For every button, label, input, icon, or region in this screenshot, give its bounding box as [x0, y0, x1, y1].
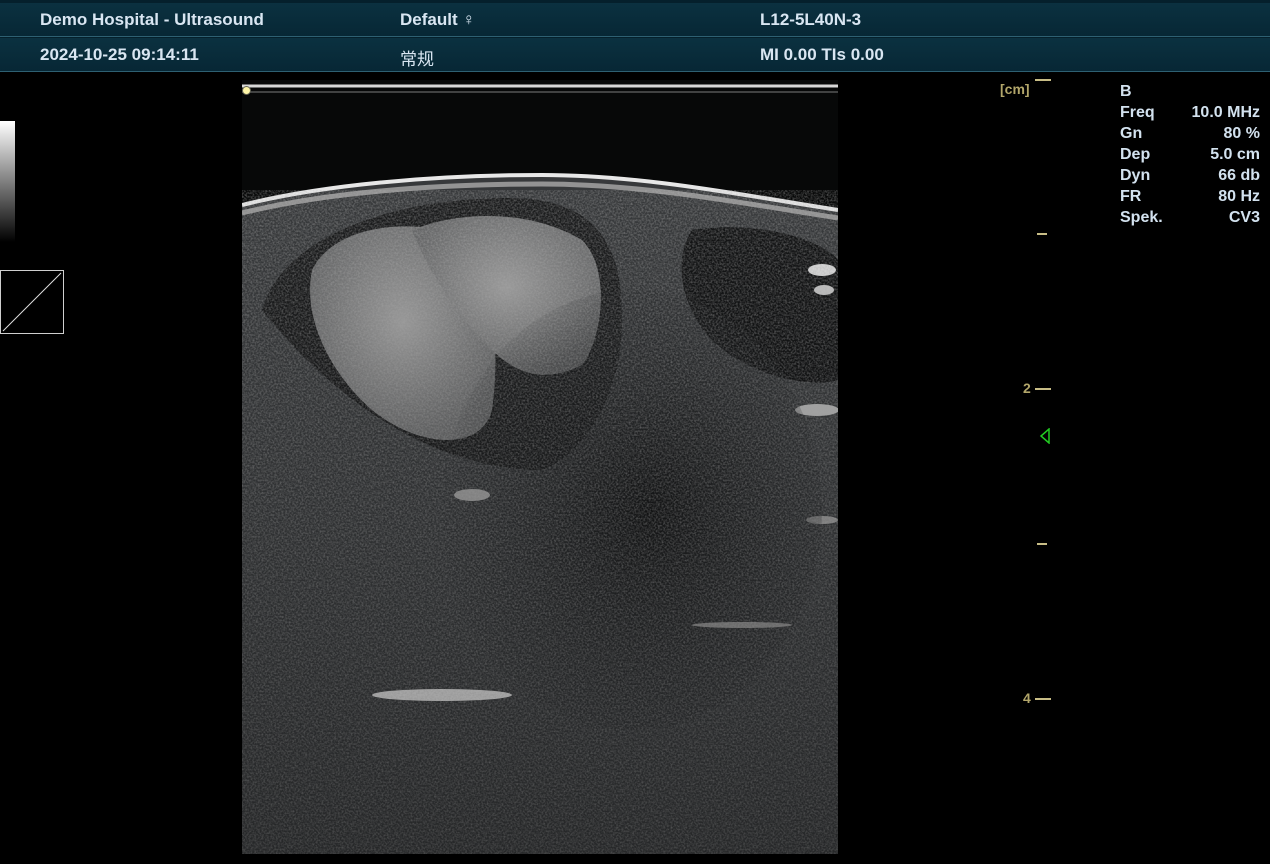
param-value: 80 %	[1223, 125, 1260, 142]
grayscale-bar	[0, 121, 15, 242]
param-label: Dyn	[1120, 167, 1151, 184]
depth-tick-0	[1035, 79, 1051, 81]
header-row-top: Demo Hospital - Ultrasound Default ♀ L12…	[0, 3, 1270, 37]
exam-type: 常规	[400, 50, 434, 70]
header-bar: Demo Hospital - Ultrasound Default ♀ L12…	[0, 0, 1270, 72]
depth-tick-2	[1035, 388, 1051, 390]
depth-label-2: 2	[1023, 380, 1031, 396]
scan-marker-dot	[242, 86, 251, 95]
depth-unit-label: [cm]	[1000, 81, 1030, 97]
imaging-parameters: B Freq 10.0 MHz Gn 80 % Dep 5.0 cm Dyn 6…	[1120, 81, 1260, 228]
mi-tis-readout: MI 0.00 TIs 0.00	[760, 45, 884, 64]
param-label: FR	[1120, 188, 1142, 205]
param-value: 5.0 cm	[1210, 146, 1260, 163]
param-value: CV3	[1228, 209, 1260, 226]
param-row: Freq 10.0 MHz	[1120, 102, 1260, 123]
header-row-bottom: 2024-10-25 09:14:11 常规 MI 0.00 TIs 0.00	[0, 38, 1270, 72]
ultrasound-image[interactable]	[242, 80, 838, 854]
param-row: Dep 5.0 cm	[1120, 144, 1260, 165]
gender-icon: ♀	[462, 10, 476, 29]
param-value: 66 db	[1218, 167, 1260, 184]
preset-label: Default	[400, 10, 458, 29]
depth-tick-1	[1037, 233, 1047, 235]
gray-curve-icon	[0, 270, 64, 334]
depth-label-4: 4	[1023, 690, 1031, 706]
depth-tick-4	[1035, 698, 1051, 700]
depth-tick-3	[1037, 543, 1047, 545]
param-row: FR 80 Hz	[1120, 186, 1260, 207]
param-row: Gn 80 %	[1120, 123, 1260, 144]
preset-name[interactable]: Default ♀	[400, 10, 475, 30]
param-row: Dyn 66 db	[1120, 165, 1260, 186]
param-row: Spek. CV3	[1120, 207, 1260, 228]
param-label: Freq	[1120, 104, 1155, 121]
imaging-mode: B	[1120, 83, 1132, 100]
param-value: 80 Hz	[1218, 188, 1260, 205]
focus-marker-icon[interactable]	[1039, 427, 1051, 449]
exam-datetime: 2024-10-25 09:14:11	[40, 45, 199, 64]
probe-name: L12-5L40N-3	[760, 10, 862, 29]
param-label: Gn	[1120, 125, 1143, 142]
param-label: Spek.	[1120, 209, 1163, 226]
param-label: Dep	[1120, 146, 1151, 163]
hospital-name: Demo Hospital - Ultrasound	[40, 10, 264, 29]
param-value: 10.0 MHz	[1191, 104, 1260, 121]
